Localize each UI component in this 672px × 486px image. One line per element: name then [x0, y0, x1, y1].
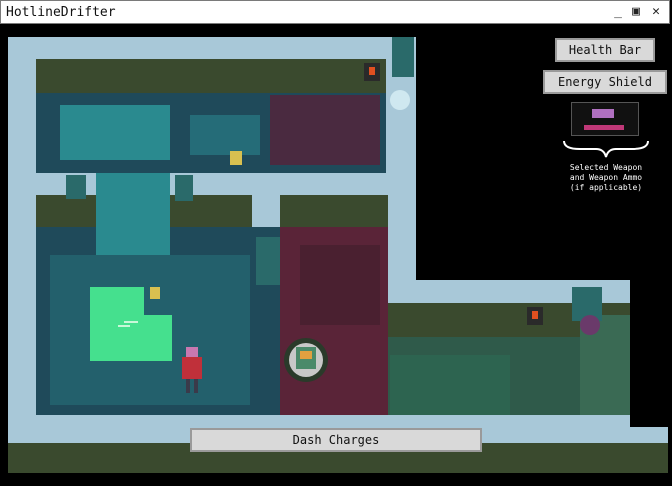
maroon-floor-dark: [300, 245, 380, 325]
grass-wall: [36, 195, 96, 227]
health-bar-label: Health Bar: [555, 38, 655, 62]
water-patch: [190, 115, 260, 155]
pool-ripple: [118, 325, 130, 327]
ammo-bar: [584, 125, 624, 130]
ice-corridor: [36, 173, 386, 195]
ice-orb: [390, 90, 410, 110]
maximize-icon[interactable]: ▣: [629, 4, 643, 20]
tree: [256, 237, 280, 285]
weapon-caption-line: Selected Weapon: [569, 163, 643, 172]
game-world: [8, 37, 668, 473]
item-pickup[interactable]: [150, 287, 160, 299]
grass-wall: [280, 195, 388, 227]
weapon-slot: [571, 102, 639, 136]
window-title: HotlineDrifter: [6, 5, 116, 20]
portal-icon: [580, 315, 600, 335]
grass-band-top: [36, 59, 386, 93]
game-viewport[interactable]: Health Bar Energy Shield Selected Weapon…: [0, 25, 672, 486]
weapon-caption: Selected Weapon and Weapon Ammo (if appl…: [556, 163, 656, 193]
weapon-pod[interactable]: [284, 338, 328, 382]
weapon-caption-line: (if applicable): [569, 183, 643, 192]
tree: [175, 175, 193, 201]
torch-icon: [364, 63, 380, 81]
weapon-icon: [592, 109, 614, 118]
water-patch: [60, 105, 170, 160]
minimize-icon[interactable]: _: [611, 4, 625, 20]
maroon-patch: [270, 95, 380, 165]
energy-shield-label: Energy Shield: [543, 70, 667, 94]
close-icon[interactable]: ✕: [649, 4, 663, 20]
dash-charges-label: Dash Charges: [190, 428, 482, 452]
tree: [392, 37, 414, 77]
window-titlebar: HotlineDrifter _ ▣ ✕: [0, 0, 670, 24]
weapon-caption-line: and Weapon Ammo: [569, 173, 643, 182]
pool-ripple: [124, 321, 138, 323]
torch-icon: [527, 307, 543, 325]
east-floor-pattern: [390, 355, 510, 415]
item-pickup[interactable]: [230, 151, 242, 165]
tree: [66, 175, 86, 199]
